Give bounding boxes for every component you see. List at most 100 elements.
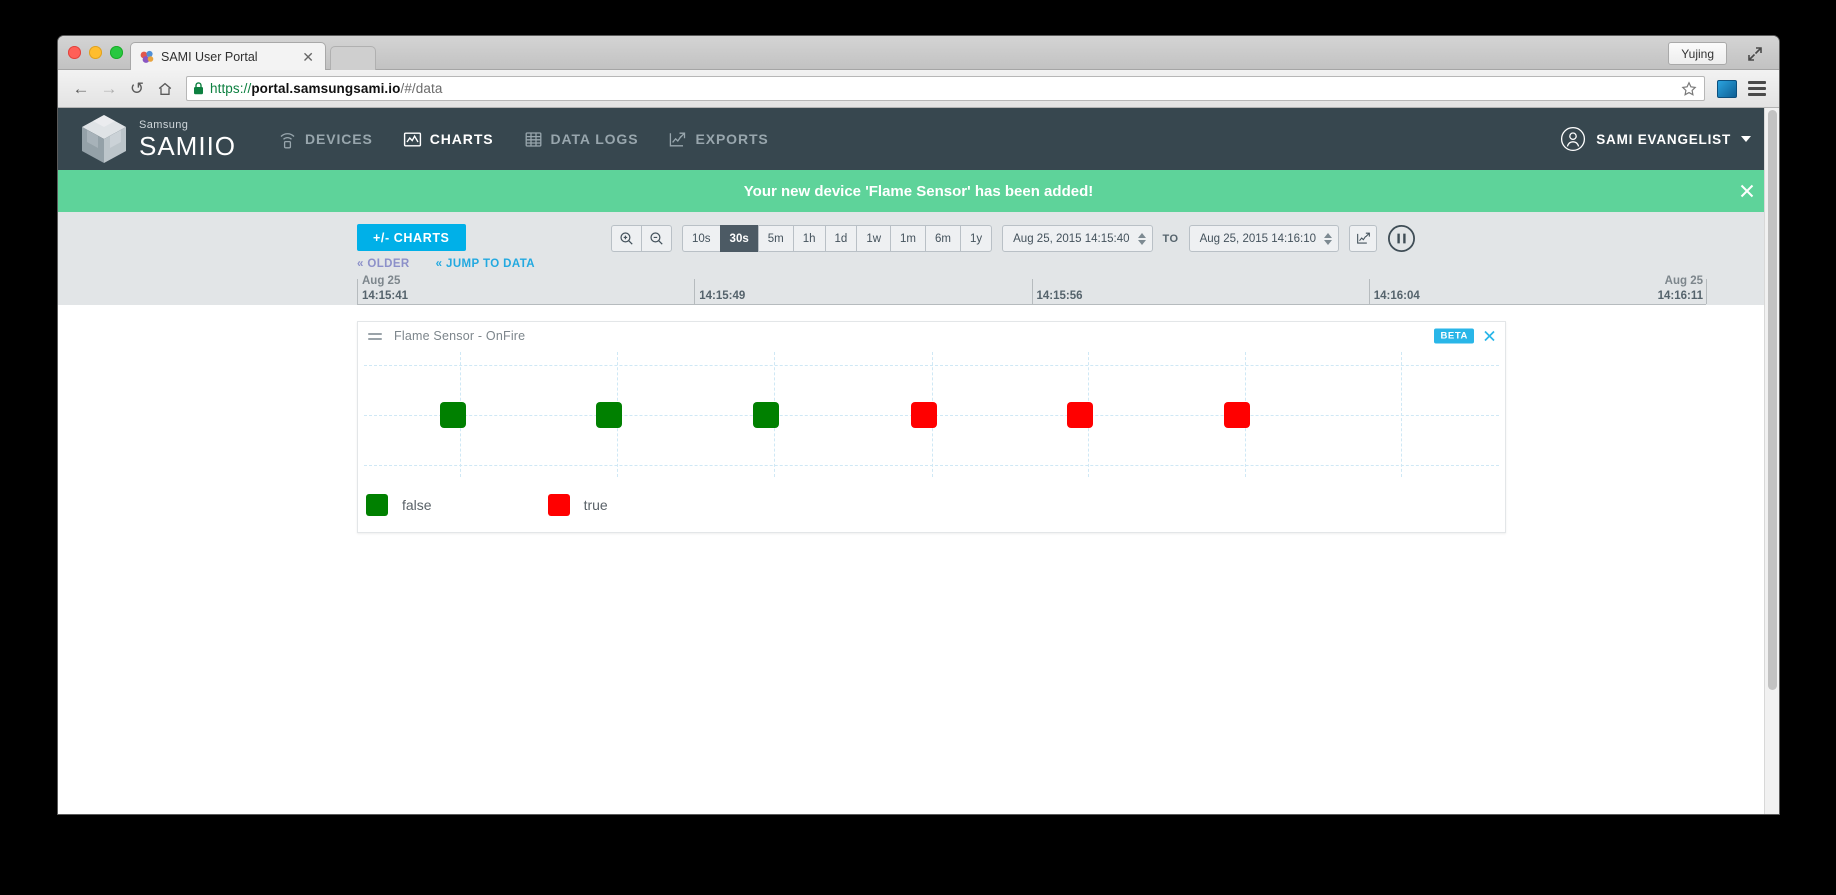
browser-tab-strip: SAMI User Portal ✕ Yujing (58, 36, 1779, 70)
devices-icon (278, 130, 297, 149)
pause-icon[interactable] (1387, 224, 1416, 253)
zoom-button-group (611, 225, 672, 252)
nav-item-data-logs-label: DATA LOGS (550, 131, 639, 147)
range-button-6m[interactable]: 6m (925, 225, 960, 252)
browser-toolbar: ← → ↺ https://portal.samsungsami.io/#/da… (58, 70, 1779, 108)
minimize-window-button[interactable] (89, 46, 102, 59)
zoom-in-icon[interactable] (611, 225, 641, 252)
address-bar-url: https://portal.samsungsami.io/#/data (210, 81, 442, 96)
chart-data-marker[interactable] (596, 401, 623, 428)
chart-panel-header: Flame Sensor - OnFire BETA (358, 322, 1505, 350)
chart-data-marker[interactable] (1067, 401, 1094, 428)
time-range-button-group: 10s 30s 5m 1h 1d 1w 1m 6m 1y (682, 225, 993, 252)
timeline-ruler[interactable]: Aug 25 14:15:41 14:15:49 14:15:56 14:16:… (357, 265, 1707, 305)
browser-tab-title: SAMI User Portal (161, 49, 258, 64)
back-arrow-icon[interactable]: ← (68, 76, 94, 102)
lock-icon (193, 82, 204, 95)
browser-window: SAMI User Portal ✕ Yujing ← → ↺ https://… (58, 36, 1779, 814)
reload-icon[interactable]: ↺ (124, 76, 150, 102)
timeline-tick-time: 14:15:41 (362, 290, 409, 302)
legend-item-true[interactable]: true (547, 494, 608, 516)
date-to-value: Aug 25, 2015 14:16:10 (1199, 232, 1316, 245)
chart-data-marker[interactable] (752, 401, 779, 428)
notification-banner: Your new device 'Flame Sensor' has been … (58, 170, 1779, 212)
status-badge: BETA (1434, 328, 1474, 344)
charts-area: Flame Sensor - OnFire BETA false true (58, 305, 1779, 814)
toolbar-controls: 10s 30s 5m 1h 1d 1w 1m 6m 1y Aug 25, 201… (611, 224, 1416, 253)
timeline-ticks: Aug 25 14:15:41 14:15:49 14:15:56 14:16:… (357, 265, 1707, 304)
chart-control-bar: +/- CHARTS « OLDER « JUMP TO DATA 10s 30… (58, 212, 1779, 305)
user-menu[interactable]: SAMI EVANGELIST (1560, 126, 1751, 152)
chart-plot-area[interactable] (364, 352, 1499, 477)
date-from-stepper[interactable] (1137, 232, 1146, 245)
nav-item-devices-label: DEVICES (305, 131, 373, 147)
hamburger-menu-icon[interactable] (1745, 78, 1769, 100)
page-scrollbar-thumb[interactable] (1768, 110, 1777, 690)
user-avatar-icon (1560, 126, 1586, 152)
date-from-value: Aug 25, 2015 14:15:40 (1013, 232, 1130, 245)
date-range-to-label: TO (1162, 232, 1179, 245)
export-chart-icon[interactable] (1349, 225, 1377, 252)
address-bar[interactable]: https://portal.samsungsami.io/#/data (186, 76, 1705, 101)
sami-logo-mark (78, 113, 130, 165)
date-to-input[interactable]: Aug 25, 2015 14:16:10 (1188, 225, 1339, 252)
chart-data-marker[interactable] (910, 401, 937, 428)
range-button-1d[interactable]: 1d (824, 225, 857, 252)
maximize-window-button[interactable] (110, 46, 123, 59)
chart-panel-title: Flame Sensor - OnFire (394, 329, 526, 343)
fullscreen-icon[interactable] (1745, 44, 1765, 64)
timeline-tick-day: Aug 25 (1664, 275, 1703, 287)
range-button-1w[interactable]: 1w (856, 225, 891, 252)
page-scrollbar[interactable] (1764, 108, 1779, 814)
user-menu-label: SAMI EVANGELIST (1596, 131, 1731, 147)
chart-data-marker[interactable] (1223, 401, 1250, 428)
close-icon[interactable] (1482, 329, 1497, 344)
page-content: Samsung SAMIIO DEVICES CHARTS DATA LOGS … (58, 108, 1779, 814)
zoom-out-icon[interactable] (641, 225, 672, 252)
nav-item-data-logs[interactable]: DATA LOGS (522, 126, 641, 153)
date-to-stepper[interactable] (1324, 232, 1332, 245)
date-from-input[interactable]: Aug 25, 2015 14:15:40 (1002, 225, 1153, 252)
timeline-tick: 14:15:49 (694, 279, 745, 304)
nav-item-devices[interactable]: DEVICES (276, 126, 375, 153)
browser-profile-button[interactable]: Yujing (1668, 42, 1727, 65)
browser-tab[interactable]: SAMI User Portal ✕ (130, 42, 326, 70)
new-tab-button[interactable] (330, 46, 376, 70)
legend-label-true: true (583, 497, 608, 513)
legend-item-false[interactable]: false (366, 494, 432, 516)
close-icon[interactable]: ✕ (299, 50, 317, 64)
star-icon[interactable] (1681, 81, 1697, 97)
nav-item-exports[interactable]: EXPORTS (666, 126, 770, 153)
nav-item-charts[interactable]: CHARTS (401, 126, 496, 153)
range-button-1m[interactable]: 1m (890, 225, 925, 252)
chart-panel: Flame Sensor - OnFire BETA false true (357, 321, 1506, 533)
range-button-1h[interactable]: 1h (792, 225, 825, 252)
add-remove-charts-button[interactable]: +/- CHARTS (357, 224, 466, 251)
chevron-down-icon (1741, 136, 1751, 142)
range-button-1y[interactable]: 1y (959, 225, 993, 252)
url-path: /#/data (400, 81, 443, 96)
timeline-tick-time: 14:16:11 (1657, 290, 1703, 302)
legend-swatch-false (366, 494, 388, 516)
exports-icon (668, 130, 687, 149)
home-icon[interactable] (152, 76, 178, 102)
timeline-tick-day: Aug 25 (362, 275, 401, 287)
sami-logo[interactable]: Samsung SAMIIO (78, 113, 236, 165)
close-window-button[interactable] (68, 46, 81, 59)
url-scheme: https:// (210, 81, 252, 96)
timeline-tick: 14:15:56 (1031, 279, 1083, 304)
range-button-5m[interactable]: 5m (757, 225, 793, 252)
forward-arrow-icon[interactable]: → (96, 76, 122, 102)
app-navigation-bar: Samsung SAMIIO DEVICES CHARTS DATA LOGS … (58, 108, 1779, 170)
timeline-tick: Aug 25 14:15:41 (357, 275, 408, 304)
range-button-30s[interactable]: 30s (719, 225, 758, 252)
drag-handle-icon[interactable] (368, 330, 382, 342)
timeline-tick: Aug 25 14:16:11 (1658, 275, 1707, 304)
data-logs-icon (524, 130, 543, 149)
timeline-tick-time: 14:15:56 (1036, 290, 1083, 302)
range-button-10s[interactable]: 10s (682, 225, 720, 252)
extension-icon[interactable] (1717, 79, 1737, 98)
chart-data-marker[interactable] (439, 401, 466, 428)
nav-item-exports-label: EXPORTS (695, 131, 769, 147)
close-icon[interactable] (1737, 181, 1757, 201)
